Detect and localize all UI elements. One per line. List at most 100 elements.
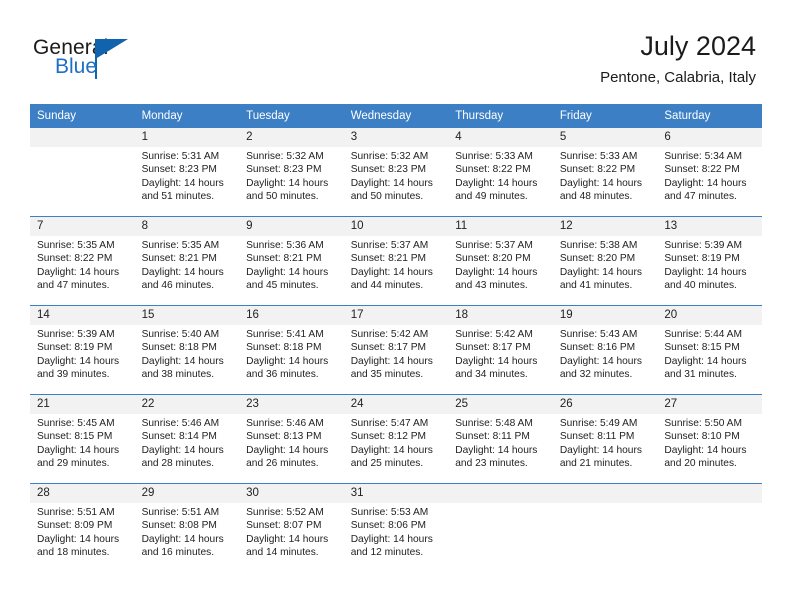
day-number: 9 [239,217,344,236]
day-detail-daylight2: and 46 minutes. [141,280,215,292]
day-detail-sunset: Sunset: 8:11 PM [559,431,635,443]
calendar-day-cell[interactable]: 3 Sunrise: 5:32 AM Sunset: 8:23 PM Daylight… [343,127,449,216]
day-number: 28 [30,484,135,503]
day-number: 21 [30,395,135,414]
day-details: Sunrise: 5:37 AM Sunset: 8:20 PM Daylight:… [448,236,553,293]
calendar-day-cell[interactable]: 16 Sunrise: 5:41 AM Sunset: 8:18 PM Dayligh… [239,305,344,394]
calendar-day-cell[interactable]: 18 Sunrise: 5:42 AM Sunset: 8:17 PM Dayligh… [448,305,553,394]
day-details: Sunrise: 5:35 AM Sunset: 8:22 PM Daylight:… [30,236,135,293]
day-details: Sunrise: 5:46 AM Sunset: 8:13 PM Daylight:… [239,414,344,471]
calendar-day-cell[interactable]: 13 Sunrise: 5:39 AM Sunset: 8:19 PM Dayligh… [657,216,762,305]
calendar-day-cell[interactable]: 31 Sunrise: 5:53 AM Sunset: 8:06 PM Dayligh… [343,483,449,572]
day-detail-sunset: Sunset: 8:22 PM [37,253,113,265]
calendar-day-cell[interactable]: 17 Sunrise: 5:42 AM Sunset: 8:17 PM Dayligh… [343,305,449,394]
calendar-day-cell[interactable]: 19 Sunrise: 5:43 AM Sunset: 8:16 PM Dayligh… [552,305,658,394]
day-detail-sunset: Sunset: 8:18 PM [246,342,322,354]
day-detail-sunset: Sunset: 8:20 PM [559,253,636,265]
day-detail-daylight2: and 36 minutes. [246,369,319,381]
day-detail-daylight2: and 29 minutes. [37,458,110,470]
calendar-day-cell[interactable]: 24 Sunrise: 5:47 AM Sunset: 8:12 PM Dayligh… [343,394,449,483]
calendar-day-cell[interactable]: 21 Sunrise: 5:45 AM Sunset: 8:15 PM Dayligh… [30,394,135,483]
day-detail-sunset: Sunset: 8:22 PM [559,164,636,176]
day-details: Sunrise: 5:36 AM Sunset: 8:21 PM Daylight:… [239,236,344,293]
day-number: 30 [239,484,344,503]
day-detail-daylight2: and 12 minutes. [350,547,424,559]
calendar-day-cell[interactable]: 25 Sunrise: 5:48 AM Sunset: 8:11 PM Dayligh… [448,394,553,483]
day-detail-daylight2: and 14 minutes. [246,547,319,559]
day-cell-inner: 29 Sunrise: 5:51 AM Sunset: 8:08 PM Dayligh… [134,483,240,572]
calendar-day-cell-empty [448,483,553,572]
calendar-day-cell[interactable]: 12 Sunrise: 5:38 AM Sunset: 8:20 PM Dayligh… [552,216,658,305]
calendar-day-cell-empty [657,483,762,572]
day-detail-daylight1: Daylight: 14 hours [664,177,747,189]
calendar-day-cell[interactable]: 4 Sunrise: 5:33 AM Sunset: 8:22 PM Daylight… [448,127,553,216]
day-detail-daylight1: Daylight: 14 hours [350,533,433,545]
calendar-day-cell[interactable]: 20 Sunrise: 5:44 AM Sunset: 8:15 PM Dayligh… [657,305,762,394]
calendar-day-cell[interactable]: 29 Sunrise: 5:51 AM Sunset: 8:08 PM Dayligh… [134,483,240,572]
day-detail-sunrise: Sunrise: 5:44 AM [664,329,742,340]
day-cell-inner: 22 Sunrise: 5:46 AM Sunset: 8:14 PM Dayligh… [134,394,240,483]
calendar-day-cell[interactable]: 6 Sunrise: 5:34 AM Sunset: 8:22 PM Daylight… [657,127,762,216]
calendar-day-cell[interactable]: 15 Sunrise: 5:40 AM Sunset: 8:18 PM Dayligh… [134,305,240,394]
day-detail-daylight1: Daylight: 14 hours [246,444,329,456]
day-detail-daylight2: and 40 minutes. [664,280,737,292]
calendar-day-cell[interactable]: 22 Sunrise: 5:46 AM Sunset: 8:14 PM Dayligh… [134,394,240,483]
weekday-header-friday: Friday [552,104,658,127]
day-details: Sunrise: 5:34 AM Sunset: 8:22 PM Daylight:… [657,147,762,204]
calendar-day-cell[interactable]: 8 Sunrise: 5:35 AM Sunset: 8:21 PM Daylight… [134,216,240,305]
calendar-header-row: Sunday Monday Tuesday Wednesday Thursday… [30,104,762,127]
day-detail-sunset: Sunset: 8:17 PM [350,342,427,354]
calendar-day-cell[interactable]: 27 Sunrise: 5:50 AM Sunset: 8:10 PM Dayligh… [657,394,762,483]
day-cell-inner: 9 Sunrise: 5:36 AM Sunset: 8:21 PM Daylight… [239,216,344,305]
day-details [553,503,658,506]
day-number: 31 [343,484,449,503]
calendar-day-cell[interactable]: 30 Sunrise: 5:52 AM Sunset: 8:07 PM Dayligh… [239,483,344,572]
calendar-day-cell[interactable]: 11 Sunrise: 5:37 AM Sunset: 8:20 PM Dayligh… [448,216,553,305]
day-detail-daylight2: and 47 minutes. [37,280,110,292]
calendar-day-cell[interactable]: 1 Sunrise: 5:31 AM Sunset: 8:23 PM Daylight… [134,127,240,216]
day-number: 26 [552,395,658,414]
calendar-page: General Blue July 2024 Pentone, Calabria… [0,0,792,612]
day-cell-inner: 18 Sunrise: 5:42 AM Sunset: 8:17 PM Dayligh… [448,305,553,394]
day-detail-daylight2: and 43 minutes. [455,280,528,292]
day-detail-daylight1: Daylight: 14 hours [37,355,120,367]
day-number [657,484,762,503]
day-detail-daylight1: Daylight: 14 hours [141,266,224,278]
day-number: 4 [448,128,553,147]
day-number: 15 [134,306,240,325]
day-detail-sunrise: Sunrise: 5:39 AM [664,240,742,251]
calendar-day-cell[interactable]: 7 Sunrise: 5:35 AM Sunset: 8:22 PM Daylight… [30,216,135,305]
day-detail-daylight1: Daylight: 14 hours [350,266,433,278]
day-detail-sunrise: Sunrise: 5:50 AM [664,418,742,429]
day-number [448,484,553,503]
calendar-day-cell[interactable]: 9 Sunrise: 5:36 AM Sunset: 8:21 PM Daylight… [239,216,344,305]
day-detail-sunrise: Sunrise: 5:43 AM [559,329,638,340]
day-cell-inner: 26 Sunrise: 5:49 AM Sunset: 8:11 PM Dayligh… [552,394,658,483]
day-detail-daylight2: and 32 minutes. [559,369,633,381]
day-number: 3 [343,128,449,147]
calendar-day-cell[interactable]: 10 Sunrise: 5:37 AM Sunset: 8:21 PM Dayligh… [343,216,449,305]
day-number: 27 [657,395,762,414]
day-detail-daylight1: Daylight: 14 hours [141,444,224,456]
calendar-day-cell[interactable]: 14 Sunrise: 5:39 AM Sunset: 8:19 PM Dayligh… [30,305,135,394]
day-cell-inner: 11 Sunrise: 5:37 AM Sunset: 8:20 PM Dayligh… [448,216,553,305]
day-number: 8 [134,217,240,236]
day-detail-sunrise: Sunrise: 5:41 AM [246,329,324,340]
day-details [448,503,553,506]
day-details: Sunrise: 5:48 AM Sunset: 8:11 PM Daylight:… [448,414,553,471]
calendar-day-cell[interactable]: 26 Sunrise: 5:49 AM Sunset: 8:11 PM Dayligh… [552,394,658,483]
calendar-day-cell[interactable]: 2 Sunrise: 5:32 AM Sunset: 8:23 PM Daylight… [239,127,344,216]
calendar-day-cell[interactable]: 5 Sunrise: 5:33 AM Sunset: 8:22 PM Daylight… [552,127,658,216]
day-detail-sunset: Sunset: 8:08 PM [141,520,217,532]
calendar-day-cell[interactable]: 23 Sunrise: 5:46 AM Sunset: 8:13 PM Dayligh… [239,394,344,483]
day-details: Sunrise: 5:44 AM Sunset: 8:15 PM Daylight:… [657,325,762,382]
day-details: Sunrise: 5:42 AM Sunset: 8:17 PM Daylight:… [448,325,553,382]
day-detail-sunset: Sunset: 8:22 PM [664,164,740,176]
calendar-body: 1 Sunrise: 5:31 AM Sunset: 8:23 PM Daylight… [30,127,762,572]
calendar-day-cell[interactable]: 28 Sunrise: 5:51 AM Sunset: 8:09 PM Dayligh… [30,483,135,572]
day-cell-inner: 16 Sunrise: 5:41 AM Sunset: 8:18 PM Dayligh… [239,305,344,394]
logo-text-blue: Blue [55,55,98,78]
day-detail-sunrise: Sunrise: 5:32 AM [246,151,324,162]
day-number: 17 [343,306,449,325]
day-cell-inner: 3 Sunrise: 5:32 AM Sunset: 8:23 PM Daylight… [343,127,449,216]
